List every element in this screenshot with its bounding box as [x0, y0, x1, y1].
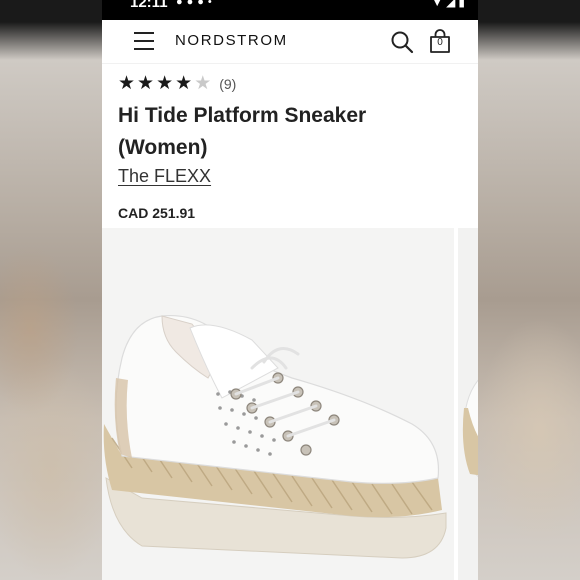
phone-screen: 12:11 ●●●• ▼◢▮ NORDSTROM 0 ★ ★ ★ ★ ★ (9) Hi … — [102, 0, 478, 580]
star-filled-icon: ★ — [118, 73, 136, 94]
product-photo[interactable] — [102, 228, 454, 580]
star-filled-icon: ★ — [175, 73, 193, 94]
status-bar: 12:11 ●●●• ▼◢▮ — [102, 0, 478, 20]
product-title: Hi Tide Platform Sneaker (Women) — [118, 104, 367, 159]
star-filled-icon: ★ — [137, 73, 155, 94]
status-time: 12:11 — [130, 0, 168, 11]
top-navigation: NORDSTROM 0 — [102, 20, 478, 64]
bag-count: 0 — [437, 37, 443, 48]
product-price: CAD 251.91 — [118, 205, 196, 221]
star-rating: ★ ★ ★ ★ ★ — [118, 74, 211, 94]
product-image-gallery[interactable] — [102, 228, 478, 580]
star-filled-icon: ★ — [156, 73, 174, 94]
search-icon[interactable] — [390, 30, 414, 54]
next-product-photo[interactable] — [458, 228, 478, 580]
review-count[interactable]: (9) — [219, 76, 236, 92]
brand-link[interactable]: The FLEXX — [118, 166, 211, 187]
sneaker-image-partial — [462, 379, 478, 477]
notification-icons: ●●●• — [176, 0, 216, 8]
star-empty-icon: ★ — [194, 73, 212, 94]
rating-row[interactable]: ★ ★ ★ ★ ★ (9) — [118, 74, 236, 94]
sneaker-image — [103, 314, 447, 559]
hamburger-menu-icon[interactable] — [134, 32, 154, 50]
signal-battery-icons: ▼◢▮ — [431, 0, 468, 9]
shopping-bag-icon[interactable]: 0 — [429, 29, 451, 54]
store-logo[interactable]: NORDSTROM — [175, 32, 288, 49]
